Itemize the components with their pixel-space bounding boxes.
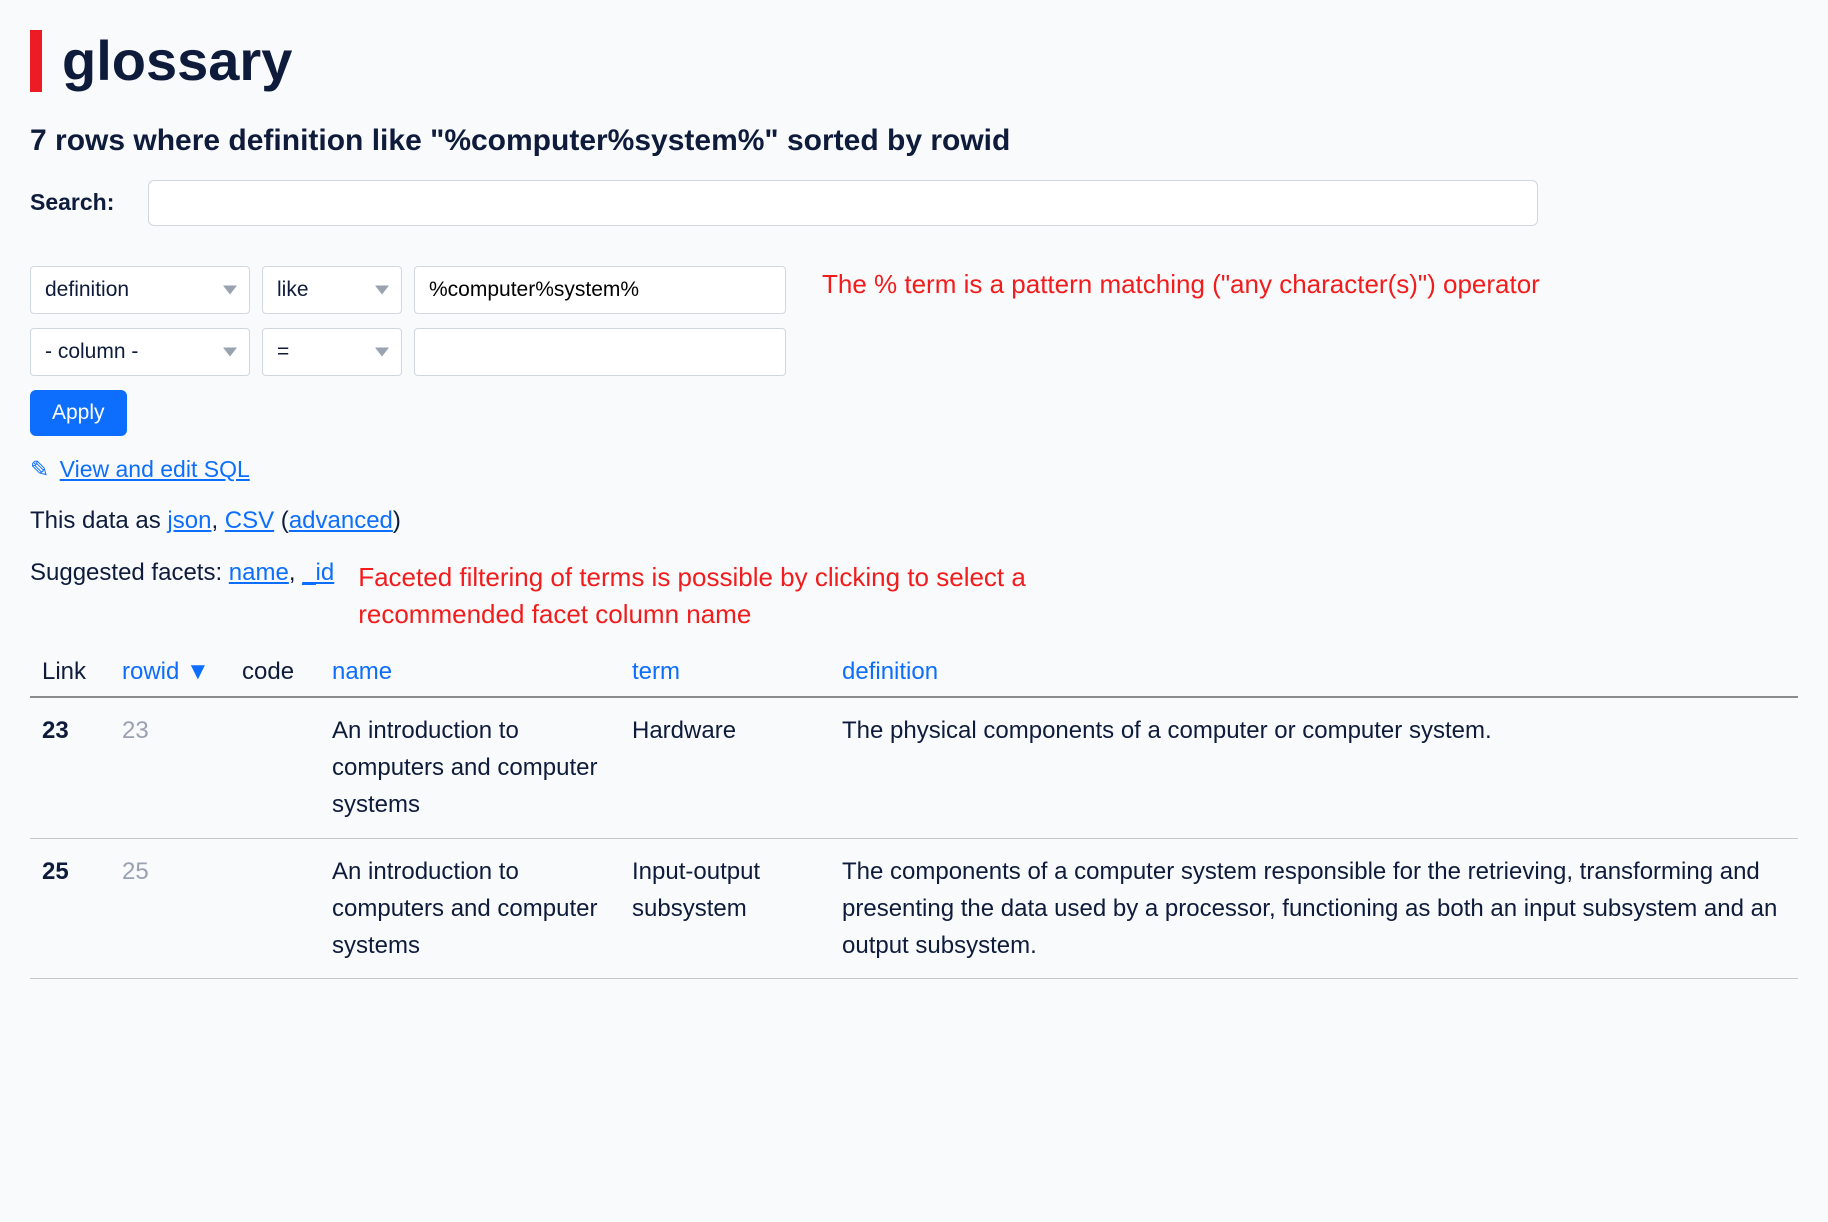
- facet-link-name[interactable]: name: [229, 559, 289, 586]
- table-row: 25 25 An introduction to computers and c…: [30, 838, 1798, 979]
- filter-value-input-0[interactable]: [414, 266, 786, 314]
- annotation-pattern-note: The % term is a pattern matching ("any c…: [822, 266, 1540, 304]
- suggested-facets: Suggested facets: name, _id: [30, 559, 334, 587]
- filter-operator-select-1[interactable]: =: [262, 328, 402, 376]
- filter-operator-value-1: =: [277, 340, 289, 364]
- results-table: Link rowid ▼ code name term definition 2…: [30, 654, 1798, 979]
- filter-value-input-1[interactable]: [414, 328, 786, 376]
- cell-code: [230, 697, 320, 838]
- search-input[interactable]: [148, 180, 1538, 226]
- filter-column-value-0: definition: [45, 278, 129, 302]
- column-header-code: code: [230, 654, 320, 697]
- results-summary: 7 rows where definition like "%computer%…: [30, 124, 1798, 158]
- cell-rowid: 23: [110, 697, 230, 838]
- chevron-down-icon: [375, 347, 389, 356]
- page-title: glossary: [30, 30, 1798, 92]
- facets-prefix: Suggested facets:: [30, 559, 229, 586]
- filter-operator-select-0[interactable]: like: [262, 266, 402, 314]
- filter-operator-value-0: like: [277, 278, 309, 302]
- column-header-term[interactable]: term: [620, 654, 830, 697]
- cell-rowid: 25: [110, 838, 230, 979]
- cell-term: Input-output subsystem: [620, 838, 830, 979]
- export-json-link[interactable]: json: [167, 507, 211, 534]
- export-advanced-link[interactable]: advanced: [289, 507, 393, 534]
- annotation-facets-note: Faceted filtering of terms is possible b…: [358, 559, 1078, 634]
- chevron-down-icon: [375, 285, 389, 294]
- column-header-link: Link: [30, 654, 110, 697]
- view-edit-sql-link[interactable]: View and edit SQL: [60, 456, 250, 482]
- filter-column-select-0[interactable]: definition: [30, 266, 250, 314]
- row-link[interactable]: 23: [42, 717, 69, 744]
- column-header-rowid[interactable]: rowid ▼: [110, 654, 230, 697]
- filter-column-value-1: - column -: [45, 340, 138, 364]
- filter-column-select-1[interactable]: - column -: [30, 328, 250, 376]
- column-header-name[interactable]: name: [320, 654, 620, 697]
- chevron-down-icon: [223, 347, 237, 356]
- cell-definition: The components of a computer system resp…: [830, 838, 1798, 979]
- export-csv-link[interactable]: CSV: [225, 507, 274, 534]
- facet-link-id[interactable]: _id: [302, 559, 334, 586]
- cell-name: An introduction to computers and compute…: [320, 697, 620, 838]
- chevron-down-icon: [223, 285, 237, 294]
- cell-code: [230, 838, 320, 979]
- paperclip-icon: ✎: [30, 456, 49, 483]
- cell-definition: The physical components of a computer or…: [830, 697, 1798, 838]
- data-export-row: This data as json, CSV (advanced): [30, 507, 1798, 535]
- table-row: 23 23 An introduction to computers and c…: [30, 697, 1798, 838]
- row-link[interactable]: 25: [42, 858, 69, 885]
- cell-term: Hardware: [620, 697, 830, 838]
- search-label: Search:: [30, 189, 114, 216]
- data-export-prefix: This data as: [30, 507, 167, 534]
- cell-name: An introduction to computers and compute…: [320, 838, 620, 979]
- column-header-definition[interactable]: definition: [830, 654, 1798, 697]
- apply-button[interactable]: Apply: [30, 390, 127, 436]
